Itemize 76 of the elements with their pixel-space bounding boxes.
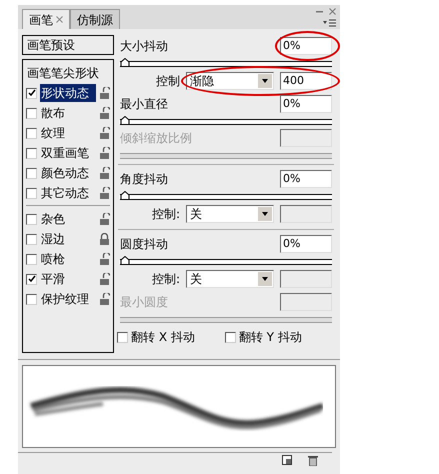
- checkbox[interactable]: [26, 294, 37, 304]
- value-field[interactable]: 0%: [280, 36, 332, 54]
- menu-icon[interactable]: [323, 19, 336, 27]
- slider-track[interactable]: [120, 58, 332, 67]
- checkbox[interactable]: [26, 108, 37, 118]
- open-lock-icon[interactable]: [99, 127, 110, 139]
- checkbox[interactable]: [26, 274, 37, 284]
- open-lock-icon[interactable]: [99, 213, 110, 225]
- slider-thumb[interactable]: [120, 256, 130, 265]
- option-heading[interactable]: 画笔笔尖形状: [26, 63, 110, 83]
- value-field[interactable]: 0%: [280, 94, 332, 112]
- option-item[interactable]: 湿边: [40, 230, 96, 248]
- flip-label: 翻转 X 抖动: [131, 329, 195, 346]
- setting-label: 倾斜缩放比例: [120, 130, 192, 146]
- option-item[interactable]: 颜色动态: [40, 164, 96, 182]
- value-field[interactable]: [280, 128, 332, 146]
- checkbox[interactable]: [26, 214, 37, 224]
- close-icon[interactable]: [329, 8, 336, 15]
- open-lock-icon[interactable]: [99, 187, 110, 199]
- slider-track[interactable]: [120, 191, 332, 200]
- option-item[interactable]: 双重画笔: [40, 144, 96, 162]
- setting-label: 最小直径: [120, 96, 168, 112]
- control-label: 控制: [156, 73, 180, 90]
- option-item[interactable]: 平滑: [40, 270, 96, 288]
- control-label: 控制:: [152, 206, 180, 223]
- checkbox[interactable]: [26, 168, 37, 178]
- option-item[interactable]: 纹理: [40, 124, 96, 142]
- setting-label: 角度抖动: [120, 170, 168, 188]
- panel-tab[interactable]: 画笔: [22, 9, 70, 29]
- open-lock-icon[interactable]: [99, 253, 110, 265]
- checkbox[interactable]: [26, 88, 37, 98]
- setting-label: 最小圆度: [120, 294, 168, 310]
- new-preset-icon[interactable]: [282, 455, 292, 465]
- checkbox[interactable]: [26, 128, 37, 138]
- open-lock-icon[interactable]: [99, 107, 110, 119]
- checkbox[interactable]: [224, 332, 236, 342]
- option-item[interactable]: 形状动态: [40, 84, 96, 102]
- slider-track[interactable]: [120, 116, 332, 125]
- value-field[interactable]: [280, 292, 332, 310]
- option-item[interactable]: 保护纹理: [40, 290, 96, 308]
- control-label: 控制:: [152, 271, 180, 288]
- slider-thumb[interactable]: [120, 116, 130, 125]
- slider-thumb[interactable]: [120, 58, 130, 67]
- open-lock-icon[interactable]: [99, 273, 110, 285]
- checkbox[interactable]: [26, 148, 37, 158]
- open-lock-icon[interactable]: [99, 293, 110, 305]
- option-item[interactable]: 杂色: [40, 210, 96, 228]
- open-lock-icon[interactable]: [99, 167, 110, 179]
- setting-label: 圆度抖动: [120, 236, 168, 252]
- checkbox[interactable]: [117, 332, 128, 342]
- control-dropdown[interactable]: 渐隐: [186, 72, 274, 90]
- setting-label: 大小抖动: [120, 38, 168, 54]
- open-lock-icon[interactable]: [99, 87, 110, 99]
- amount-field[interactable]: [280, 270, 332, 288]
- control-dropdown[interactable]: 关: [186, 270, 274, 288]
- checkbox[interactable]: [26, 188, 37, 198]
- checkbox[interactable]: [26, 234, 37, 244]
- checkbox[interactable]: [26, 254, 37, 264]
- close-icon[interactable]: [56, 16, 63, 23]
- option-item[interactable]: 散布: [40, 104, 96, 122]
- open-lock-icon[interactable]: [99, 147, 110, 159]
- control-dropdown[interactable]: 关: [186, 205, 274, 223]
- panel-tab[interactable]: 仿制源: [70, 9, 120, 29]
- slider-track[interactable]: [120, 256, 332, 265]
- closed-lock-icon[interactable]: [99, 233, 110, 245]
- slider-thumb[interactable]: [120, 191, 130, 200]
- brush-presets-button[interactable]: 画笔预设: [22, 35, 114, 55]
- option-item[interactable]: 其它动态: [40, 184, 96, 202]
- value-field[interactable]: 0%: [280, 234, 332, 252]
- amount-field[interactable]: [280, 205, 332, 223]
- trash-icon[interactable]: [308, 454, 318, 466]
- amount-field[interactable]: 400: [280, 72, 332, 90]
- option-item[interactable]: 喷枪: [40, 250, 96, 268]
- minimize-icon[interactable]: [316, 10, 323, 12]
- flip-label: 翻转 Y 抖动: [238, 329, 302, 346]
- value-field[interactable]: 0%: [280, 170, 332, 188]
